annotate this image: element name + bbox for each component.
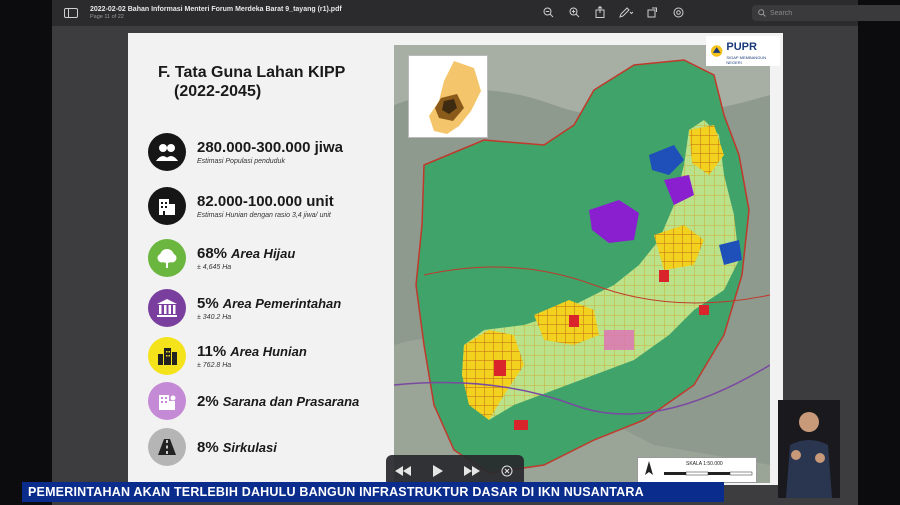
search-icon bbox=[758, 9, 766, 17]
sidebar-toggle-button[interactable] bbox=[60, 4, 82, 22]
zoom-in-button[interactable] bbox=[566, 4, 582, 20]
close-icon bbox=[501, 465, 513, 477]
road-icon bbox=[148, 428, 186, 466]
stat-housing-units: 82.000-100.000 unit Estimasi Hunian deng… bbox=[148, 187, 334, 225]
markup-icon bbox=[619, 6, 633, 18]
right-dark-margin bbox=[858, 0, 900, 505]
map-scale-bar: SKALA 1:50.000 bbox=[637, 457, 757, 483]
left-dark-margin bbox=[0, 0, 52, 505]
stat-value: 68% bbox=[197, 245, 228, 262]
stat-value: 5% bbox=[197, 295, 219, 312]
share-button[interactable] bbox=[592, 4, 608, 20]
zoom-out-button[interactable] bbox=[540, 4, 556, 20]
logo-tagline: SIGAP MEMBANGUN NEGERI bbox=[726, 55, 767, 65]
close-presentation-button[interactable] bbox=[496, 461, 518, 481]
housing-icon bbox=[148, 337, 186, 375]
inset-location-map bbox=[408, 55, 488, 138]
annotate-icon bbox=[673, 7, 683, 17]
share-icon bbox=[595, 6, 605, 18]
logo-brand: PUPR bbox=[726, 41, 757, 53]
stat-circulation: 8% Sirkulasi bbox=[148, 428, 277, 466]
markup-button[interactable] bbox=[618, 4, 634, 20]
stat-government-area: 5% Area Pemerintahan ± 340.2 Ha bbox=[148, 289, 341, 327]
stat-label: Sirkulasi bbox=[222, 439, 277, 455]
play-button[interactable] bbox=[427, 461, 449, 481]
facility-icon bbox=[148, 382, 186, 420]
people-icon bbox=[148, 133, 186, 171]
sidebar-icon bbox=[64, 8, 78, 18]
annotate-button[interactable] bbox=[670, 4, 686, 20]
sign-language-interpreter bbox=[778, 400, 840, 498]
slide-title-line2: (2022-2045) bbox=[174, 83, 262, 101]
stat-population: 280.000-300.000 jiwa Estimasi Populasi p… bbox=[148, 133, 343, 171]
stat-note: ± 762.8 Ha bbox=[197, 362, 232, 369]
toolbar-tools bbox=[540, 4, 686, 20]
rewind-icon bbox=[395, 466, 412, 476]
stat-value: 11% bbox=[197, 343, 227, 360]
stat-note: Estimasi Populasi penduduk bbox=[197, 158, 285, 165]
stat-label: Sarana dan Prasarana bbox=[222, 393, 360, 409]
stat-value: 8% bbox=[197, 438, 219, 456]
government-icon bbox=[148, 289, 186, 327]
stat-value: 2% bbox=[197, 392, 219, 410]
fast-forward-icon bbox=[464, 466, 481, 476]
building-icon bbox=[148, 187, 186, 225]
stat-value: 82.000-100.000 unit bbox=[197, 193, 334, 210]
pupr-emblem-icon bbox=[710, 45, 723, 57]
scale-label: SKALA 1:50.000 bbox=[686, 461, 723, 467]
rotate-icon bbox=[647, 7, 657, 17]
stat-label: Area Hunian bbox=[230, 344, 307, 359]
slide-title-line1: F. Tata Guna Lahan KIPP bbox=[158, 64, 346, 81]
north-arrow-icon bbox=[645, 461, 653, 475]
document-title: 2022-02-02 Bahan Informasi Menteri Forum… bbox=[90, 6, 342, 21]
stat-value: 280.000-300.000 jiwa bbox=[197, 139, 343, 156]
next-slide-button[interactable] bbox=[461, 461, 483, 481]
stat-label: Area Pemerintahan bbox=[222, 296, 342, 311]
news-ticker: PEMERINTAHAN AKAN TERLEBIH DAHULU BANGUN… bbox=[22, 482, 724, 502]
zoom-out-icon bbox=[543, 7, 553, 17]
stat-housing-area: 11% Area Hunian ± 762.8 Ha bbox=[148, 337, 307, 375]
tree-icon bbox=[148, 239, 186, 277]
stat-green-area: 68% Area Hijau ± 4,645 Ha bbox=[148, 239, 295, 277]
previous-slide-button[interactable] bbox=[392, 461, 414, 481]
stat-note: ± 340.2 Ha bbox=[197, 314, 232, 321]
search-input[interactable] bbox=[770, 9, 890, 17]
stat-facilities: 2% Sarana dan Prasarana bbox=[148, 382, 359, 420]
stat-note: ± 4,645 Ha bbox=[197, 264, 232, 271]
rotate-button[interactable] bbox=[644, 4, 660, 20]
page-indicator: Page 11 of 22 bbox=[90, 13, 124, 20]
pdf-toolbar: 2022-02-02 Bahan Informasi Menteri Forum… bbox=[52, 0, 900, 26]
stat-label: Area Hijau bbox=[231, 246, 296, 261]
zoom-in-icon bbox=[569, 7, 579, 17]
search-box[interactable] bbox=[752, 5, 900, 21]
ticker-text: PEMERINTAHAN AKAN TERLEBIH DAHULU BANGUN… bbox=[28, 485, 644, 499]
file-name: 2022-02-02 Bahan Informasi Menteri Forum… bbox=[90, 5, 342, 13]
pupr-logo: PUPR SIGAP MEMBANGUN NEGERI bbox=[706, 36, 780, 66]
stat-note: Estimasi Hunian dengan rasio 3,4 jiwa/ u… bbox=[197, 212, 331, 219]
play-icon bbox=[432, 465, 443, 477]
slide-title: F. Tata Guna Lahan KIPP (2022-2045) bbox=[158, 63, 345, 101]
screen: 2022-02-02 Bahan Informasi Menteri Forum… bbox=[0, 0, 900, 505]
pdf-page-slide: F. Tata Guna Lahan KIPP (2022-2045) 280.… bbox=[128, 33, 783, 485]
